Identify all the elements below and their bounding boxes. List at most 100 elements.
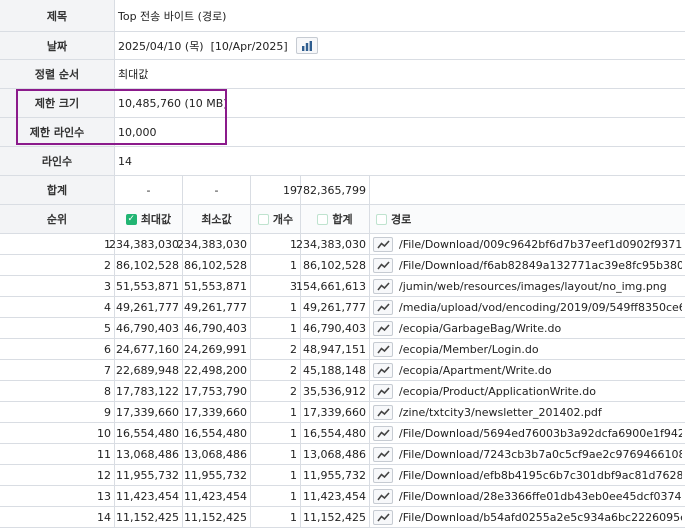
- chart-button[interactable]: [295, 37, 318, 54]
- path-cell: /ecopia/Member/Login.do: [370, 339, 685, 359]
- column-header-count[interactable]: 개수: [251, 205, 301, 233]
- checkbox-icon[interactable]: [317, 213, 329, 225]
- lines-value: 14: [118, 154, 132, 168]
- count-cell: 2: [251, 339, 301, 359]
- totals-sum: 782,365,799: [296, 176, 370, 204]
- count-cell: 3: [251, 276, 301, 296]
- min-cell: 86,102,528: [183, 255, 251, 275]
- trend-line-icon: [376, 470, 390, 479]
- path-link[interactable]: /ecopia/GarbageBag/Write.do: [399, 322, 561, 335]
- max-cell: 17,339,660: [115, 402, 183, 422]
- path-link[interactable]: /File/Download/5694ed76003b3a92dcfa6900e…: [399, 427, 682, 440]
- table-row: 7 22,689,948 22,498,200 2 45,188,148/ecopia/…: [0, 360, 685, 381]
- limit-size-value: 10,485,760 (10 MB): [118, 96, 228, 110]
- table-row: 13 11,423,454 11,423,454 1 11,423,454/File/D…: [0, 486, 685, 507]
- trend-button[interactable]: [373, 467, 393, 483]
- path-cell: /ecopia/Apartment/Write.do: [370, 360, 685, 380]
- checkbox-icon[interactable]: [257, 213, 269, 225]
- path-cell: /File/Download/5694ed76003b3a92dcfa6900e…: [370, 423, 685, 443]
- trend-line-icon: [376, 344, 390, 353]
- table-header: 순위 ✓ 최대값 최소값 개수 합계 경로: [0, 205, 685, 234]
- trend-button[interactable]: [373, 362, 393, 378]
- bar-chart-icon: [301, 40, 312, 51]
- min-cell: 46,790,403: [183, 318, 251, 338]
- lines-row: 라인수 14: [0, 147, 685, 176]
- trend-button[interactable]: [373, 257, 393, 273]
- path-link[interactable]: /ecopia/Apartment/Write.do: [399, 364, 552, 377]
- trend-button[interactable]: [373, 278, 393, 294]
- rank-cell: 13: [0, 486, 115, 506]
- sum-cell: 13,068,486: [301, 444, 370, 464]
- table-row: 6 24,677,160 24,269,991 2 48,947,151/ecopia/…: [0, 339, 685, 360]
- limit-lines-value: 10,000: [118, 125, 157, 139]
- trend-line-icon: [376, 281, 390, 290]
- count-cell: 2: [251, 381, 301, 401]
- title-label: 제목: [0, 0, 115, 31]
- column-header-rank: 순위: [0, 205, 115, 233]
- checkbox-icon[interactable]: [376, 213, 387, 225]
- path-cell: /zine/txtcity3/newsletter_201402.pdf: [370, 402, 685, 422]
- path-link[interactable]: /File/Download/28e3366ffe01db43eb0ee45dc…: [399, 490, 682, 503]
- min-cell: 11,423,454: [183, 486, 251, 506]
- trend-line-icon: [376, 512, 390, 521]
- path-link[interactable]: /File/Download/b54afd0255a2e5c934a6bc222…: [399, 511, 682, 524]
- min-cell: 22,498,200: [183, 360, 251, 380]
- min-cell: 17,339,660: [183, 402, 251, 422]
- table-row: 3 51,553,871 51,553,871 3 154,661,613/jumin/…: [0, 276, 685, 297]
- rank-cell: 6: [0, 339, 115, 359]
- max-cell: 11,423,454: [115, 486, 183, 506]
- min-cell: 51,553,871: [183, 276, 251, 296]
- trend-line-icon: [376, 386, 390, 395]
- rank-cell: 4: [0, 297, 115, 317]
- trend-line-icon: [376, 365, 390, 374]
- count-cell: 1: [251, 318, 301, 338]
- sum-cell: 11,152,425: [301, 507, 370, 527]
- min-cell: 24,269,991: [183, 339, 251, 359]
- sum-cell: 234,383,030: [296, 234, 370, 254]
- trend-line-icon: [376, 491, 390, 500]
- trend-button[interactable]: [373, 299, 393, 315]
- path-link[interactable]: /File/Download/efb8b4195c6b7c301dbf9ac81…: [399, 469, 682, 482]
- limit-lines-label: 제한 라인수: [0, 118, 115, 146]
- max-cell: 49,261,777: [115, 297, 183, 317]
- path-link[interactable]: /jumin/web/resources/images/layout/no_im…: [399, 280, 667, 293]
- column-header-path-label: 경로: [391, 213, 412, 226]
- max-cell: 17,783,122: [115, 381, 183, 401]
- rank-cell: 9: [0, 402, 115, 422]
- trend-button[interactable]: [373, 236, 393, 252]
- path-link[interactable]: /ecopia/Product/ApplicationWrite.do: [399, 385, 596, 398]
- path-cell: /ecopia/Product/ApplicationWrite.do: [370, 381, 685, 401]
- sum-cell: 17,339,660: [301, 402, 370, 422]
- trend-button[interactable]: [373, 488, 393, 504]
- path-link[interactable]: /zine/txtcity3/newsletter_201402.pdf: [399, 406, 602, 419]
- path-link[interactable]: /ecopia/Member/Login.do: [399, 343, 539, 356]
- trend-button[interactable]: [373, 383, 393, 399]
- trend-button[interactable]: [373, 509, 393, 525]
- rank-cell: 10: [0, 423, 115, 443]
- check-icon[interactable]: ✓: [125, 213, 137, 225]
- path-link[interactable]: /File/Download/7243cb3b7a0c5cf9ae2c97694…: [399, 448, 682, 461]
- table-row: 9 17,339,660 17,339,660 1 17,339,660/zine/tx…: [0, 402, 685, 423]
- path-link[interactable]: /File/Download/009c9642bf6d7b37eef1d0902…: [399, 238, 682, 251]
- trend-button[interactable]: [373, 404, 393, 420]
- max-cell: 234,383,030: [109, 234, 183, 254]
- min-cell: 11,152,425: [183, 507, 251, 527]
- trend-button[interactable]: [373, 341, 393, 357]
- trend-button[interactable]: [373, 446, 393, 462]
- sum-cell: 35,536,912: [301, 381, 370, 401]
- trend-button[interactable]: [373, 425, 393, 441]
- path-link[interactable]: /File/Download/f6ab82849a132771ac39e8fc9…: [399, 259, 682, 272]
- table-row: 14 11,152,425 11,152,425 1 11,152,425/File/D…: [0, 507, 685, 528]
- sum-cell: 11,423,454: [301, 486, 370, 506]
- path-link[interactable]: /media/upload/vod/encoding/2019/09/549ff…: [399, 301, 682, 314]
- column-header-sum[interactable]: 합계: [301, 205, 370, 233]
- column-header-min[interactable]: 최소값: [183, 205, 251, 233]
- trend-button[interactable]: [373, 320, 393, 336]
- rank-cell: 5: [0, 318, 115, 338]
- column-header-max[interactable]: ✓ 최대값: [115, 205, 183, 233]
- path-cell: /File/Download/b54afd0255a2e5c934a6bc222…: [370, 507, 685, 527]
- column-header-path[interactable]: 경로: [370, 205, 685, 233]
- count-cell: 1: [251, 486, 301, 506]
- max-cell: 11,955,732: [115, 465, 183, 485]
- min-cell: 11,955,732: [183, 465, 251, 485]
